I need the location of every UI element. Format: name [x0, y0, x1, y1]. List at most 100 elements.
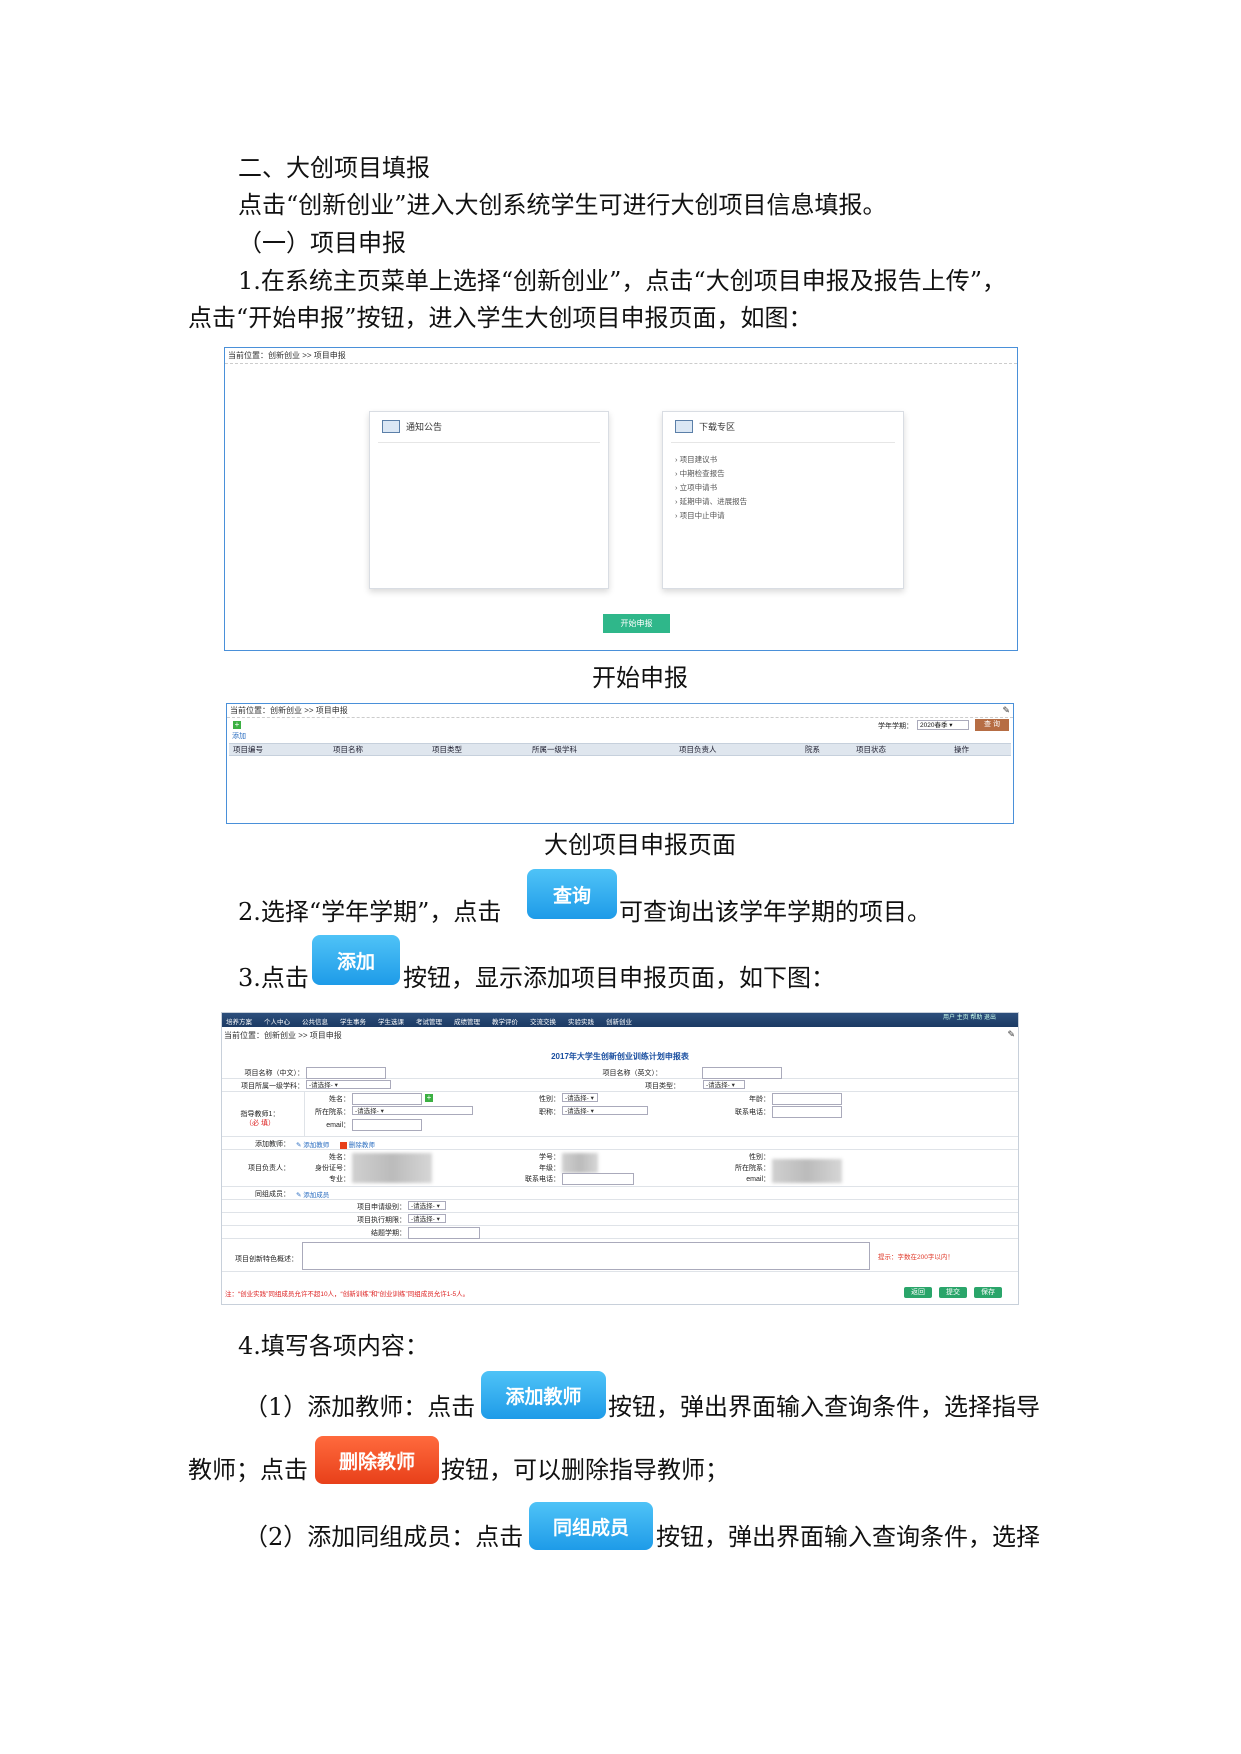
notice-panel: 通知公告 [369, 411, 609, 589]
nav-item[interactable]: 交流交换 [530, 1016, 556, 1026]
submit-button[interactable]: 提交 [939, 1287, 967, 1298]
teacher-email-input[interactable] [352, 1119, 422, 1131]
nav-item[interactable]: 公共信息 [302, 1016, 328, 1026]
label-apply-level: 项目申请级别： [357, 1204, 406, 1211]
start-page-screenshot: 当前位置：创新创业 >> 项目申报 通知公告 下载专区 › 项目建议书 › 中期… [224, 347, 1018, 651]
col-header: 项目类型 [432, 745, 462, 754]
top-nav: 培养方案 个人中心 公共信息 学生事务 学生选课 考试管理 成绩管理 教学评价 … [222, 1013, 1018, 1027]
top-links[interactable]: 用户 主页 帮助 退出 [943, 1013, 996, 1021]
end-term-input[interactable] [408, 1227, 480, 1239]
download-item[interactable]: › 延期申请、进展报告 [675, 496, 747, 507]
label-exec-period: 项目执行期限： [357, 1217, 406, 1224]
term-select[interactable]: 2020春季 ▾ [917, 720, 969, 730]
leader-phone-input[interactable] [562, 1173, 634, 1185]
label-l-dept: 所在院系： [735, 1165, 770, 1172]
sub-heading: （一）项目申报 [238, 229, 406, 257]
add-button-image: 添加 [312, 935, 400, 985]
nav-item[interactable]: 考试管理 [416, 1016, 442, 1026]
section-heading: 二、大创项目填报 [238, 154, 430, 182]
breadcrumb: 当前位置：创新创业 >> 项目申报 [230, 706, 348, 715]
label-t-dept: 所在院系： [315, 1109, 350, 1116]
edit-icon[interactable]: ✎ [1002, 705, 1010, 716]
download-item[interactable]: › 项目建议书 [675, 454, 717, 465]
delete-teacher-button-image: 删除教师 [315, 1436, 439, 1484]
step4-2-pre: （2）添加同组成员：点击 [244, 1523, 524, 1551]
delete-teacher-link[interactable]: 删除教师 [340, 1139, 375, 1149]
step2-post: 可查询出该学年学期的项目。 [619, 898, 931, 926]
label-t-email: email： [326, 1122, 350, 1129]
label-members: 同组成员： [255, 1191, 290, 1198]
label-add-teacher: 添加教师： [255, 1141, 290, 1148]
proj-type-select[interactable]: -请选择- ▾ [703, 1080, 745, 1089]
col-header: 项目状态 [856, 745, 886, 754]
col-header: 操作 [954, 745, 969, 754]
step1-line2: 点击“开始申报”按钮，进入学生大创项目申报页面，如图： [188, 304, 813, 332]
nav-item[interactable]: 实验实践 [568, 1016, 594, 1026]
teacher-dept-select[interactable]: -请选择- ▾ [352, 1106, 473, 1115]
name-cn-input[interactable] [306, 1067, 386, 1079]
label-name-en: 项目名称（英文）： [602, 1070, 663, 1077]
edit-icon[interactable]: ✎ [1007, 1029, 1015, 1040]
col-header: 所属一级学科 [532, 745, 577, 754]
nav-item[interactable]: 教学评价 [492, 1016, 518, 1026]
label-t-phone: 联系电话： [735, 1109, 770, 1116]
step4-1-post: 按钮，弹出界面输入查询条件，选择指导 [608, 1393, 1040, 1421]
note-text: 注：“创业实践”同组成员允许不超10人，“创新训练”和“创业训练”同组成员允许1… [225, 1291, 470, 1298]
download-title: 下载专区 [699, 422, 736, 432]
start-apply-button[interactable]: 开始申报 [603, 614, 670, 633]
label-l-gender: 性别： [749, 1154, 770, 1161]
query-button[interactable]: 查 询 [975, 719, 1009, 731]
teacher-title-select[interactable]: -请选择- ▾ [562, 1106, 648, 1115]
label-l-stuno: 学号： [539, 1154, 560, 1161]
label-l-email: email： [746, 1176, 770, 1183]
label-t-name: 姓名： [329, 1096, 350, 1103]
plus-icon[interactable]: + [425, 1094, 433, 1102]
monitor-icon [675, 420, 693, 433]
add-link[interactable]: 添加 [232, 731, 246, 741]
breadcrumb: 当前位置：创新创业 >> 项目申报 [228, 351, 346, 360]
back-button[interactable]: 返回 [904, 1287, 932, 1298]
label-proj-type: 项目类型： [645, 1083, 680, 1090]
intro-paragraph: 点击“创新创业”进入大创系统学生可进行大创项目信息填报。 [238, 191, 887, 219]
step4-1b-post: 按钮，可以删除指导教师； [441, 1456, 729, 1484]
nav-item[interactable]: 学生选课 [378, 1016, 404, 1026]
nav-item[interactable]: 培养方案 [226, 1016, 252, 1026]
notice-title: 通知公告 [406, 422, 443, 432]
label-l-id: 身份证号： [315, 1165, 350, 1172]
col-header: 项目名称 [333, 745, 363, 754]
download-item[interactable]: › 项目中止申请 [675, 510, 725, 521]
nav-item[interactable]: 个人中心 [264, 1016, 290, 1026]
exec-period-select[interactable]: -请选择- ▾ [408, 1214, 446, 1223]
name-en-input[interactable] [702, 1067, 782, 1079]
label-t-gender: 性别： [539, 1096, 560, 1103]
teacher-name-input[interactable] [352, 1093, 422, 1105]
breadcrumb: 当前位置：创新创业 >> 项目申报 [224, 1031, 342, 1040]
teacher-gender-select[interactable]: -请选择- ▾ [562, 1093, 598, 1102]
download-item[interactable]: › 中期检查报告 [675, 468, 725, 479]
add-member-link[interactable]: ✎ 添加成员 [296, 1189, 329, 1199]
step3-pre: 3.点击 [238, 964, 309, 992]
monitor-icon [382, 420, 400, 433]
nav-item[interactable]: 成绩管理 [454, 1016, 480, 1026]
save-button[interactable]: 保存 [974, 1287, 1002, 1298]
required-mark: （必 填） [245, 1120, 275, 1127]
table-header: 项目编号 项目名称 项目类型 所属一级学科 项目负责人 院系 项目状态 操作 [229, 743, 1011, 756]
teacher-age-input[interactable] [772, 1093, 842, 1105]
step4-1b-pre: 教师；点击 [188, 1456, 308, 1484]
apply-level-select[interactable]: -请选择- ▾ [408, 1201, 446, 1210]
label-t-title: 职称： [539, 1109, 560, 1116]
label-leader: 项目负责人： [248, 1165, 290, 1172]
features-textarea[interactable] [302, 1242, 870, 1270]
step3-post: 按钮，显示添加项目申报页面，如下图： [403, 964, 835, 992]
nav-item[interactable]: 学生事务 [340, 1016, 366, 1026]
term-label: 学年学期： [878, 723, 913, 730]
label-discipline: 项目所属一级学科： [241, 1083, 304, 1090]
teacher-phone-input[interactable] [772, 1106, 842, 1118]
nav-item[interactable]: 创新创业 [606, 1016, 632, 1026]
download-item[interactable]: › 立项申请书 [675, 482, 717, 493]
add-teacher-link[interactable]: ✎ 添加教师 [296, 1139, 329, 1149]
plus-icon[interactable]: + [233, 721, 241, 729]
download-panel: 下载专区 › 项目建议书 › 中期检查报告 › 立项申请书 › 延期申请、进展报… [662, 411, 904, 589]
discipline-select[interactable]: -请选择- ▾ [306, 1080, 391, 1089]
step1-line1: 1.在系统主页菜单上选择“创新创业”，点击“大创项目申报及报告上传”， [238, 267, 1006, 295]
